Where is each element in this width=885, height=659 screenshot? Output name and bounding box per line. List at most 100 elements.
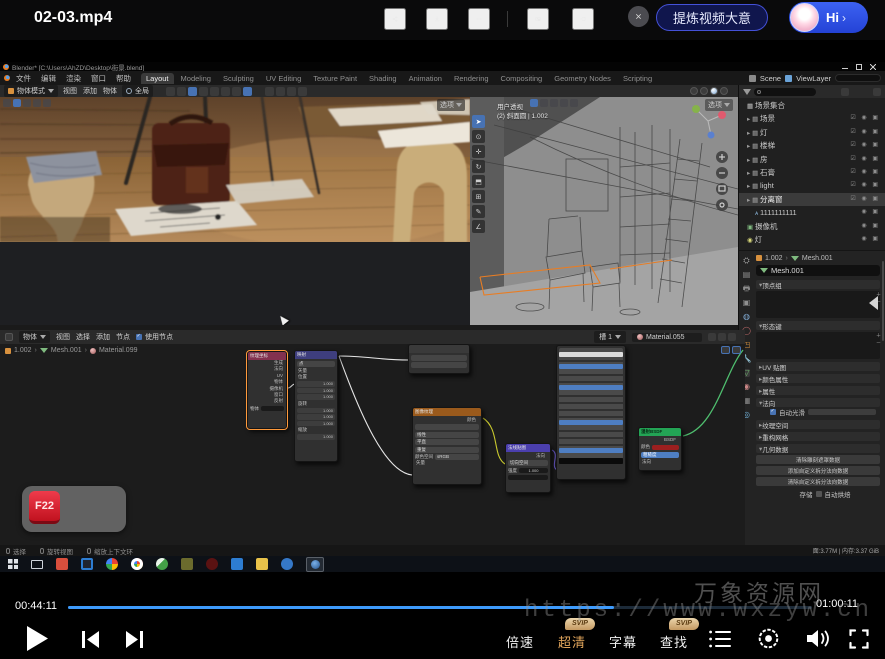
outliner-row-9[interactable]: 摄像机: [739, 220, 885, 233]
outliner-filter-button[interactable]: [841, 88, 849, 96]
shader-menu-1[interactable]: 选择: [76, 332, 90, 342]
taskbar-app-5[interactable]: [156, 558, 168, 570]
viewport1-options-dropdown[interactable]: 选项: [437, 99, 465, 111]
slider-highlight[interactable]: [559, 448, 623, 453]
play-button[interactable]: [25, 625, 49, 652]
color-swatch[interactable]: [508, 475, 548, 480]
share-button[interactable]: [384, 8, 406, 30]
auto-smooth-checkbox[interactable]: [770, 409, 776, 415]
principled-bsdf-node[interactable]: [556, 345, 626, 480]
slider-highlight[interactable]: [559, 364, 623, 369]
outliner-row-4[interactable]: 房: [739, 153, 885, 166]
value-field[interactable]: 1.000: [297, 381, 335, 387]
field[interactable]: [411, 362, 467, 368]
blender-menu-2[interactable]: 渲染: [62, 72, 85, 85]
download-button[interactable]: [426, 8, 448, 30]
task-view-icon[interactable]: [31, 560, 43, 569]
taskbar-app-folder[interactable]: [256, 558, 268, 570]
viewlayer-selector[interactable]: ViewLayer: [796, 74, 831, 83]
section-remesh[interactable]: 重构网格: [756, 432, 880, 441]
section-texture-space[interactable]: 纹理空间: [756, 420, 880, 429]
partial-node[interactable]: [408, 344, 470, 374]
mode-dropdown[interactable]: 物体模式: [4, 85, 58, 97]
section-normals[interactable]: 法向: [756, 398, 880, 407]
object-field[interactable]: [261, 406, 284, 411]
vertex-groups-list[interactable]: [756, 291, 880, 318]
viewport-solid[interactable]: 用户透视 (2) 斜面圆 | 1.002 选项 ➤⊙✛↻⬒⊞✎∠: [470, 97, 738, 325]
next-button[interactable]: [126, 631, 143, 648]
projection-dropdown[interactable]: 平直: [415, 439, 479, 445]
taskbar-app-7[interactable]: [206, 558, 218, 570]
properties-scrollbar[interactable]: [882, 261, 884, 341]
record-button[interactable]: [758, 628, 779, 649]
viewport2-options-dropdown[interactable]: 选项: [705, 99, 733, 111]
texture-coordinate-node[interactable]: 纹理坐标 生成法向UV物体摄像机窗口反射 物体: [247, 351, 287, 429]
shader-menu-2[interactable]: 添加: [96, 332, 110, 342]
roughness-slider[interactable]: 粗糙度: [641, 452, 679, 458]
interpolation-dropdown[interactable]: 线性: [415, 432, 479, 438]
material-action-buttons[interactable]: [708, 333, 736, 341]
progress-bar[interactable]: [68, 606, 812, 609]
space-dropdown[interactable]: 切向空间: [508, 460, 548, 466]
viewport-menu-0[interactable]: 视图: [63, 86, 77, 96]
slider-highlight[interactable]: [559, 420, 623, 425]
diffuse-color-swatch[interactable]: [652, 445, 679, 450]
search-in-video-button[interactable]: 查找: [654, 631, 694, 652]
image-name-field[interactable]: [415, 424, 479, 430]
minimize-icon[interactable]: [842, 65, 848, 69]
blender-menu-4[interactable]: 帮助: [112, 72, 135, 85]
extension-dropdown[interactable]: 重复: [415, 447, 479, 453]
outliner-row-5[interactable]: 石膏: [739, 166, 885, 179]
section-geometry-data[interactable]: 几何数据: [756, 444, 880, 453]
value-field[interactable]: 1.000: [297, 421, 335, 427]
scene-selector[interactable]: Scene: [760, 74, 781, 83]
workspace-tab-3[interactable]: UV Editing: [261, 73, 306, 84]
taskbar-app-chrome[interactable]: [106, 558, 118, 570]
workspace-tab-8[interactable]: Compositing: [496, 73, 548, 84]
viewport-toolbar[interactable]: ➤⊙✛↻⬒⊞✎∠: [472, 115, 485, 233]
shading-mode-buttons[interactable]: [690, 87, 728, 95]
episode-panel-toggle[interactable]: [869, 296, 878, 310]
outliner-row-0[interactable]: 场景集合: [739, 99, 885, 112]
taskbar-app-2[interactable]: [81, 558, 93, 570]
outliner-row-1[interactable]: 场景: [739, 112, 885, 125]
section-uv-maps[interactable]: UV 贴图: [756, 362, 880, 371]
taskbar-app-8[interactable]: [231, 558, 243, 570]
workspace-tab-10[interactable]: Scripting: [618, 73, 657, 84]
emission-color-swatch[interactable]: [559, 458, 623, 464]
value-field[interactable]: 1.000: [297, 408, 335, 414]
clear-custom-split-normals-button[interactable]: 清除自定义拆分法向数据: [756, 477, 880, 486]
mapping-node[interactable]: 映射 点 矢量 位置 1.000 1.000 1.000 旋转 1.000 1.…: [294, 350, 338, 462]
workspace-tab-5[interactable]: Shading: [364, 73, 402, 84]
base-color-swatch[interactable]: [559, 352, 623, 357]
value-field[interactable]: 1.000: [297, 394, 335, 400]
material-selector[interactable]: Material.055: [632, 333, 702, 342]
section-color-attributes[interactable]: 颜色属性: [756, 374, 880, 383]
taskbar-app-active[interactable]: [306, 557, 324, 572]
add-custom-split-normals-button[interactable]: 添加自定义拆分法向数据: [756, 466, 880, 475]
fullscreen-button[interactable]: [849, 629, 869, 649]
blender-menu-0[interactable]: 文件: [12, 72, 35, 85]
subtitle-button[interactable]: 字幕: [603, 631, 643, 652]
store-checkbox[interactable]: [816, 491, 822, 497]
account-button[interactable]: Hi ›: [789, 2, 868, 33]
summarize-video-button[interactable]: 提炼视频大意: [656, 4, 768, 31]
image-texture-node[interactable]: 图像纹理 颜色 线性 平直 重复 颜色空间 sRGB 矢量: [412, 407, 482, 485]
outliner-options-button[interactable]: [873, 88, 881, 96]
outliner-search-input[interactable]: [835, 74, 881, 82]
viewport-rendered[interactable]: 选项: [0, 97, 470, 325]
strength-field[interactable]: 1.000: [519, 468, 548, 473]
orientation-dropdown[interactable]: 全局: [122, 85, 153, 97]
outliner-row-7[interactable]: 分离窗: [739, 193, 885, 206]
outliner-row-3[interactable]: 楼梯: [739, 139, 885, 152]
filter-icon[interactable]: [743, 89, 751, 95]
normal-map-node[interactable]: 法线贴图 法向 切向空间 强度 1.000: [505, 443, 551, 493]
value-field[interactable]: 1.000: [297, 434, 335, 440]
overlay-toggle-cluster[interactable]: [265, 87, 307, 96]
blender-menu-3[interactable]: 窗口: [87, 72, 110, 85]
value-field[interactable]: 1.000: [297, 388, 335, 394]
diffuse-bsdf-node[interactable]: 漫射BSDF BSDF 颜色 粗糙度 法向: [638, 427, 682, 471]
taskbar-app-6[interactable]: [181, 558, 193, 570]
field[interactable]: [411, 355, 467, 361]
volume-button[interactable]: [806, 628, 830, 649]
